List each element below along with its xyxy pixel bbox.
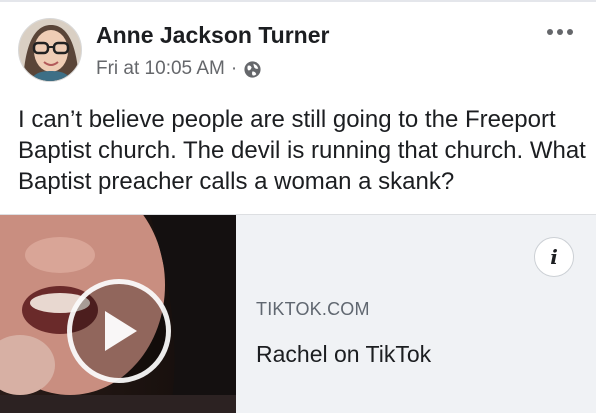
avatar[interactable] xyxy=(18,18,82,82)
link-domain: TIKTOK.COM xyxy=(256,299,370,319)
more-options-icon[interactable] xyxy=(542,22,578,42)
post-text: I can’t believe people are still going t… xyxy=(18,106,586,195)
facebook-post: Anne Jackson Turner Fri at 10:05 AM · I … xyxy=(0,0,596,413)
author-name[interactable]: Anne Jackson Turner xyxy=(96,22,329,49)
post-timestamp[interactable]: Fri at 10:05 AM xyxy=(96,58,225,80)
link-title[interactable]: Rachel on TikTok xyxy=(256,341,431,368)
top-divider xyxy=(0,0,596,2)
globe-icon[interactable] xyxy=(243,60,262,79)
post-meta: Fri at 10:05 AM · xyxy=(96,58,262,80)
link-preview[interactable]: i TIKTOK.COM Rachel on TikTok xyxy=(0,214,596,413)
avatar-photo xyxy=(19,19,81,81)
video-thumbnail[interactable] xyxy=(0,215,236,413)
link-info-panel[interactable]: i TIKTOK.COM Rachel on TikTok xyxy=(236,215,596,413)
meta-separator: · xyxy=(230,58,238,79)
play-icon[interactable] xyxy=(67,279,171,383)
info-icon[interactable]: i xyxy=(534,237,574,277)
